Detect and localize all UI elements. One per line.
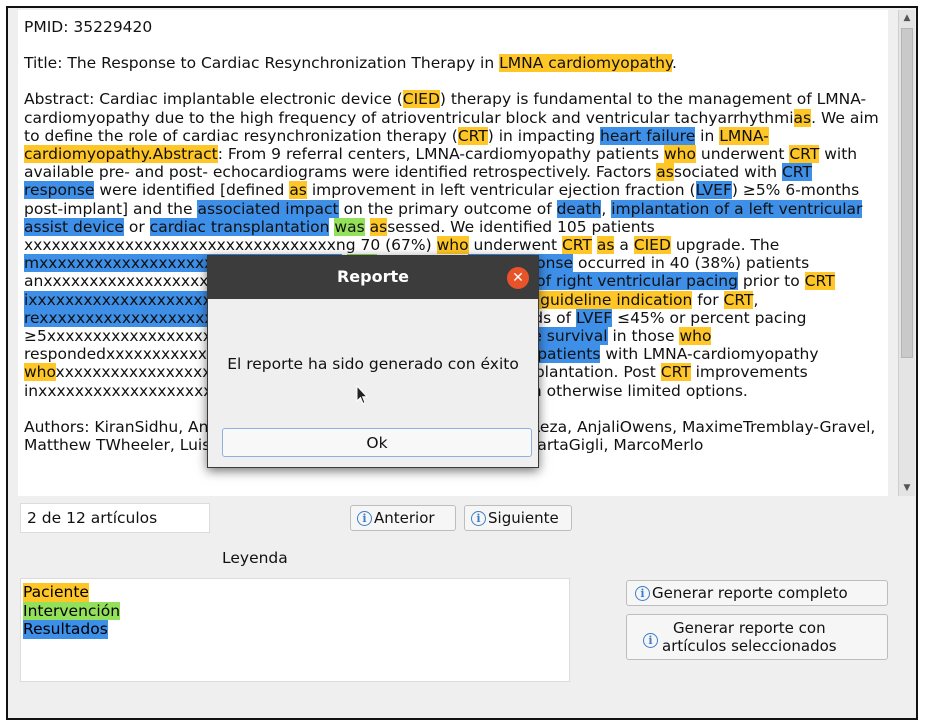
legend-box: Paciente Intervención Resultados xyxy=(20,578,570,682)
highlight-patient: CRT xyxy=(789,145,820,164)
highlight-outcome: CRT response xyxy=(24,163,812,200)
highlight-patient: who xyxy=(679,327,712,346)
selected-report-label-line2: artículos seleccionados xyxy=(662,637,837,655)
selected-report-label: Generar reporte con artículos selecciona… xyxy=(662,619,837,655)
highlight-outcome: death xyxy=(556,199,602,218)
highlight-patient: CRT xyxy=(804,272,835,291)
ok-button[interactable]: Ok xyxy=(222,428,532,457)
report-dialog: Reporte ✕ El reporte ha sido generado co… xyxy=(207,255,539,468)
next-button-label: Siguiente xyxy=(488,509,559,527)
full-report-label: Generar reporte completo xyxy=(652,584,848,602)
highlight-outcome: heart failure xyxy=(600,126,696,145)
highlight-patient: as xyxy=(793,108,812,127)
highlight-patient: LMNA cardiomyopathy xyxy=(499,54,672,73)
dialog-header: Reporte ✕ xyxy=(208,256,538,299)
highlight-patient: as xyxy=(656,163,674,182)
highlight-patient: who xyxy=(24,363,56,382)
highlight-patient: as xyxy=(369,217,388,236)
highlight-outcome: associated impact xyxy=(197,199,339,218)
article-count-field: 2 de 12 artículos xyxy=(20,503,210,533)
pmid-line: PMID: 35229420 xyxy=(24,18,153,36)
previous-button[interactable]: i Anterior xyxy=(350,505,456,531)
highlight-outcome: cardiac transplantation xyxy=(149,217,330,236)
info-icon: i xyxy=(643,632,658,648)
full-report-button[interactable]: i Generar reporte completo xyxy=(626,580,888,606)
text-scrollbar[interactable]: ▲ ▼ xyxy=(898,10,915,496)
highlight-patient: CRT xyxy=(561,236,592,255)
highlight-patient: CRT xyxy=(723,290,754,309)
legend-item-paciente: Paciente xyxy=(23,583,89,602)
highlight-patient: CRT xyxy=(457,126,488,145)
highlight-outcome: LVEF xyxy=(575,308,613,327)
dialog-title: Reporte xyxy=(336,267,409,286)
mouse-cursor-icon xyxy=(356,385,368,405)
highlight-patient: CIED xyxy=(402,90,440,109)
highlight-patient: as xyxy=(289,181,307,200)
legend-title: Leyenda xyxy=(222,549,288,567)
info-icon: i xyxy=(357,510,372,526)
dialog-body: El reporte ha sido generado con éxito Ok xyxy=(208,299,538,467)
highlight-patient: CRT xyxy=(660,363,691,382)
dialog-message: El reporte ha sido generado con éxito xyxy=(227,355,519,373)
legend-item-intervencion: Intervención xyxy=(23,601,121,620)
highlight-patient: who xyxy=(664,145,696,164)
legend-item-resultados: Resultados xyxy=(23,620,108,639)
highlight-intervention: was xyxy=(334,217,365,236)
scroll-thumb[interactable] xyxy=(901,28,913,358)
info-icon: i xyxy=(471,510,486,526)
close-icon[interactable]: ✕ xyxy=(507,267,529,289)
scroll-down-icon[interactable]: ▼ xyxy=(899,480,915,496)
selected-report-button[interactable]: i Generar reporte con artículos seleccio… xyxy=(626,614,888,660)
previous-button-label: Anterior xyxy=(374,509,435,527)
highlight-patient: who xyxy=(436,236,469,255)
article-title: Title: The Response to Cardiac Resynchro… xyxy=(24,54,677,73)
main-window: PMID: 35229420 Title: The Response to Ca… xyxy=(6,6,918,720)
highlight-patient: CIED xyxy=(633,236,671,255)
info-icon: i xyxy=(635,585,650,601)
highlight-patient: as xyxy=(596,236,615,255)
highlight-outcome: LVEF xyxy=(695,181,732,200)
next-button[interactable]: i Siguiente xyxy=(464,505,572,531)
scroll-up-icon[interactable]: ▲ xyxy=(899,10,915,26)
selected-report-label-line1: Generar reporte con xyxy=(672,619,826,637)
